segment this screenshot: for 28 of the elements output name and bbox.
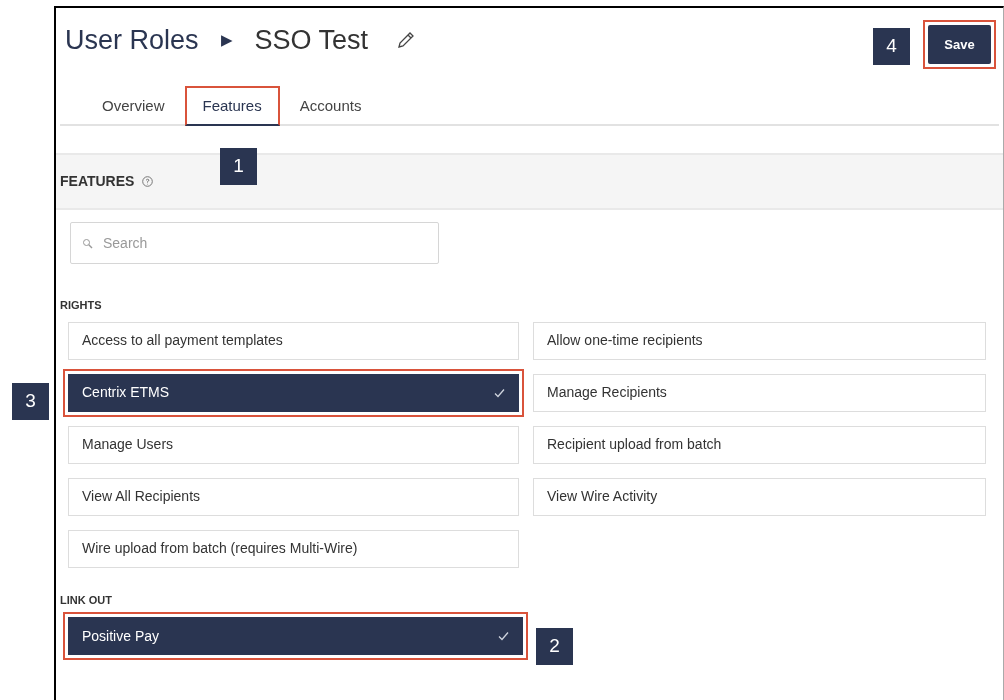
callout-number: 2 (536, 628, 573, 665)
breadcrumb-separator: ▶ (220, 30, 233, 50)
save-button[interactable]: Save (928, 25, 991, 64)
feature-option[interactable]: Access to all payment templates (68, 321, 519, 360)
section-title: FEATURES (60, 172, 135, 191)
breadcrumb-link[interactable]: User Roles (65, 20, 199, 61)
check-icon (498, 631, 509, 641)
group-title: LINK OUT (59, 592, 113, 608)
feature-option[interactable]: Recipient upload from batch (533, 425, 986, 464)
tab[interactable]: Accounts (281, 86, 380, 126)
check-icon (494, 387, 505, 398)
search-field[interactable]: Search (70, 222, 439, 264)
tab[interactable]: Features (184, 86, 280, 126)
callout-number: 3 (12, 383, 49, 420)
search-icon (82, 238, 93, 249)
feature-option[interactable]: Manage Recipients (533, 373, 986, 412)
tab[interactable]: Overview (84, 86, 183, 126)
callout-number: 4 (873, 28, 910, 65)
feature-option[interactable]: Positive Pay (68, 617, 523, 655)
feature-option[interactable]: Wire upload from batch (requires Multi-Wire) (68, 529, 519, 568)
group-title: RIGHTS (59, 298, 103, 313)
feature-option[interactable]: Allow one-time recipients (533, 321, 986, 360)
feature-option[interactable]: View All Recipients (68, 477, 519, 516)
feature-option[interactable]: View Wire Activity (533, 477, 986, 516)
callout-number: 1 (220, 148, 257, 185)
feature-option[interactable]: Centrix ETMS (68, 373, 519, 412)
feature-option[interactable]: Manage Users (68, 425, 519, 464)
page-title: SSO Test (254, 24, 369, 57)
